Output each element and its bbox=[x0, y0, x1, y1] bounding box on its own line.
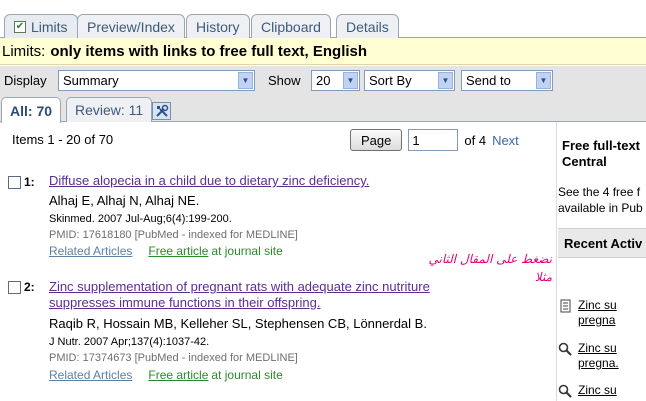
right-sidebar: Free full-text Central See the 4 free f … bbox=[556, 122, 646, 401]
tab-all[interactable]: All: 70 bbox=[1, 97, 62, 123]
tab-review-label: Review: 11 bbox=[75, 102, 144, 118]
tab-clipboard-label: Clipboard bbox=[261, 18, 321, 35]
recent-activity-item[interactable]: Zinc su pregna. bbox=[558, 341, 619, 371]
tab-clipboard[interactable]: Clipboard bbox=[251, 14, 331, 38]
record-authors: Alhaj E, Alhaj N, Alhaj NE. bbox=[49, 193, 200, 208]
recent-activity-heading-label: Recent Activ bbox=[564, 235, 643, 251]
page-button[interactable]: Page bbox=[350, 129, 403, 151]
free-full-text-line2: available in Pub bbox=[558, 201, 643, 215]
tools-icon bbox=[155, 104, 168, 117]
free-full-text-description: See the 4 free f available in Pub bbox=[558, 184, 643, 216]
record-number: 1: bbox=[24, 175, 35, 189]
checkbox-checked-icon[interactable]: ✔ bbox=[14, 20, 26, 33]
recent-item-title-cont[interactable]: pregna bbox=[578, 313, 617, 328]
recent-item-title-cont[interactable]: pregna. bbox=[578, 356, 619, 371]
annotation-line-2: مثلا bbox=[534, 270, 552, 284]
results-panel: Items 1 - 20 of 70 Page 1 of 4 Next 1: D… bbox=[0, 122, 555, 401]
tab-review[interactable]: Review: 11 bbox=[66, 97, 153, 122]
show-select[interactable]: 20 ▼ bbox=[311, 70, 360, 91]
tab-details[interactable]: Details bbox=[336, 14, 399, 38]
filter-settings-button[interactable] bbox=[152, 102, 171, 120]
show-label: Show bbox=[268, 73, 301, 88]
tab-limits[interactable]: ✔ Limits bbox=[4, 14, 78, 38]
limits-label: Limits: bbox=[2, 42, 46, 60]
recent-item-title[interactable]: Zinc su bbox=[578, 298, 617, 313]
top-tab-bar: ✔ Limits Preview/Index History Clipboard… bbox=[0, 0, 646, 38]
free-article-link[interactable]: Free article bbox=[148, 244, 208, 258]
send-to-select[interactable]: Send to ▼ bbox=[461, 70, 553, 91]
chevron-down-icon[interactable]: ▼ bbox=[343, 72, 358, 89]
tab-history[interactable]: History bbox=[186, 14, 250, 38]
record-source: Skinmed. 2007 Jul-Aug;6(4):199-200. bbox=[49, 213, 232, 225]
record-checkbox[interactable] bbox=[8, 281, 21, 294]
recent-item-title[interactable]: Zinc su bbox=[578, 341, 619, 356]
magnifier-icon bbox=[558, 384, 572, 398]
page-total: of 4 bbox=[464, 132, 487, 148]
result-filter-tabs: All: 70 Review: 11 bbox=[0, 96, 646, 123]
chevron-down-icon[interactable]: ▼ bbox=[536, 72, 551, 89]
free-full-text-heading-line1: Free full-text bbox=[562, 138, 641, 153]
limits-value: only items with links to free full text,… bbox=[50, 42, 368, 60]
display-label: Display bbox=[4, 73, 47, 88]
tab-details-label: Details bbox=[346, 18, 389, 35]
items-count: Items 1 - 20 of 70 bbox=[12, 132, 114, 147]
tab-preview-index-label: Preview/Index bbox=[87, 18, 175, 35]
display-select[interactable]: Summary ▼ bbox=[58, 70, 255, 91]
record-authors: Raqib R, Hossain MB, Kelleher SL, Stephe… bbox=[49, 316, 427, 331]
pager: Page 1 of 4 Next bbox=[350, 129, 519, 151]
free-full-text-heading: Free full-text Central bbox=[562, 138, 646, 170]
journal-site-text: at journal site bbox=[211, 368, 283, 382]
limits-bar: Limits: only items with links to free fu… bbox=[0, 38, 646, 65]
handwritten-annotation: نضغط على المقال الثاني مثلا bbox=[412, 250, 553, 286]
record-links: Related Articles Free article at journal… bbox=[49, 368, 283, 382]
journal-site-text: at journal site bbox=[211, 244, 283, 258]
record-pmid: PMID: 17374673 [PubMed - indexed for MED… bbox=[49, 352, 298, 364]
record-checkbox[interactable] bbox=[8, 176, 21, 189]
record-title-link[interactable]: Diffuse alopecia in a child due to dieta… bbox=[49, 173, 479, 189]
tab-all-label: All: 70 bbox=[10, 102, 53, 119]
send-to-select-value: Send to bbox=[466, 73, 511, 88]
related-articles-link[interactable]: Related Articles bbox=[49, 244, 132, 258]
related-articles-link[interactable]: Related Articles bbox=[49, 368, 132, 382]
document-icon bbox=[560, 299, 571, 313]
tab-preview-index[interactable]: Preview/Index bbox=[77, 14, 185, 38]
free-full-text-heading-line2: Central bbox=[562, 154, 607, 169]
chevron-down-icon[interactable]: ▼ bbox=[438, 72, 453, 89]
magnifier-icon bbox=[558, 342, 572, 356]
record-pmid: PMID: 17618180 [PubMed - indexed for MED… bbox=[49, 229, 298, 241]
free-full-text-line1: See the 4 free f bbox=[558, 185, 641, 199]
recent-activity-heading[interactable]: Recent Activ bbox=[558, 228, 646, 258]
next-page-link[interactable]: Next bbox=[492, 133, 519, 148]
record-number: 2: bbox=[24, 280, 35, 294]
display-select-value: Summary bbox=[63, 73, 119, 88]
tab-limits-label: Limits bbox=[31, 18, 68, 35]
free-article-link[interactable]: Free article bbox=[148, 368, 208, 382]
recent-activity-item[interactable]: Zinc su pregna bbox=[560, 298, 617, 328]
chevron-down-icon[interactable]: ▼ bbox=[238, 72, 253, 89]
sort-by-select[interactable]: Sort By ▼ bbox=[364, 70, 455, 91]
record-source: J Nutr. 2007 Apr;137(4):1037-42. bbox=[49, 336, 210, 348]
record-links: Related Articles Free article at journal… bbox=[49, 244, 283, 258]
display-controls: Display Summary ▼ Show 20 ▼ Sort By ▼ Se… bbox=[0, 66, 646, 96]
annotation-line-1: نضغط على المقال الثاني bbox=[428, 252, 553, 266]
sort-by-select-value: Sort By bbox=[369, 73, 412, 88]
page-number-input[interactable]: 1 bbox=[408, 129, 459, 151]
tab-history-label: History bbox=[196, 18, 240, 35]
show-select-value: 20 bbox=[316, 73, 331, 88]
sidebar-divider bbox=[556, 122, 557, 401]
recent-item-title[interactable]: Zinc su bbox=[578, 383, 617, 398]
recent-activity-item[interactable]: Zinc su bbox=[558, 383, 617, 398]
